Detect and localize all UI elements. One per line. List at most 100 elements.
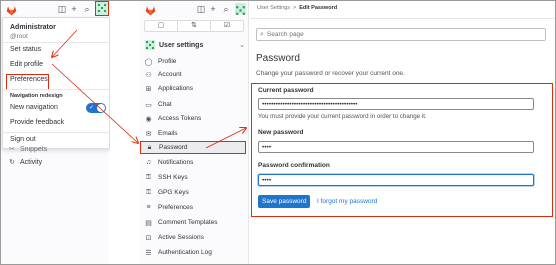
sidebar-item-activity[interactable]: ↻ Activity xyxy=(8,158,43,167)
lock-icon: 🔒︎ xyxy=(147,143,152,151)
avatar xyxy=(145,40,155,50)
new-password-label: New password xyxy=(258,129,304,136)
sidebar-topbar: ◫ + ⌕ xyxy=(139,1,249,17)
sidebar-tabs: ▢ ⇅ ☑ xyxy=(144,20,244,32)
preferences-item[interactable]: Preferences xyxy=(10,76,48,83)
user-menu-dropdown: Administrator @root Set status Edit prof… xyxy=(2,17,110,149)
provide-feedback-item[interactable]: Provide feedback xyxy=(10,119,64,126)
sidebar-item-password[interactable]: 🔒︎ Password xyxy=(140,141,246,154)
preferences-icon: ≡ xyxy=(146,204,151,211)
avatar[interactable] xyxy=(235,3,246,15)
tab-issues[interactable]: ▢ xyxy=(145,21,178,31)
plus-icon[interactable]: + xyxy=(69,4,79,14)
sidebar-item-label: Applications xyxy=(158,85,194,92)
plus-icon[interactable]: + xyxy=(208,4,218,14)
snippet-icon: ✂ xyxy=(9,146,15,153)
applications-icon: ⊞ xyxy=(145,85,152,93)
sidebar-item-gpg-keys[interactable]: ⚿ GPG Keys xyxy=(144,186,246,199)
sidebar-item-label: Emails xyxy=(158,130,178,137)
user-name: Administrator xyxy=(10,24,56,31)
forgot-password-link[interactable]: I forgot my password xyxy=(317,198,377,205)
breadcrumb-current: Edit Password xyxy=(299,5,338,11)
left-topbar: ◫ + ⌕ xyxy=(1,1,109,17)
password-confirmation-field[interactable] xyxy=(258,174,534,186)
chat-icon: ▭ xyxy=(145,101,152,109)
sessions-icon: ⊡ xyxy=(145,234,152,242)
search-icon: ⌕ xyxy=(260,30,264,38)
search-icon[interactable]: ⌕ xyxy=(221,4,231,14)
token-icon: ◉ xyxy=(145,115,152,123)
edit-profile-item[interactable]: Edit profile xyxy=(10,61,43,68)
sidebar-item-comment-templates[interactable]: ▤ Comment Templates xyxy=(144,216,246,229)
sidebar-item-label: Chat xyxy=(158,101,172,108)
divider xyxy=(3,132,109,133)
divider xyxy=(3,89,109,90)
sidebar-item-access-tokens[interactable]: ◉ Access Tokens xyxy=(144,112,246,125)
password-confirmation-label: Password confirmation xyxy=(258,162,330,169)
merge-request-icon: ⇅ xyxy=(191,22,197,29)
main-content: User Settings > Edit Password ⌕ Password… xyxy=(250,1,555,264)
sidebar-item-label: Authentication Log xyxy=(158,249,212,256)
sign-out-item[interactable]: Sign out xyxy=(10,136,36,143)
check-icon: ✓ xyxy=(89,105,95,111)
gitlab-logo-icon[interactable] xyxy=(145,3,156,21)
password-form: Current password You must provide your c… xyxy=(251,83,553,217)
bell-icon: ♫ xyxy=(145,159,152,166)
sidebar-item-label: Active Sessions xyxy=(158,234,204,241)
sidebar-item-notifications[interactable]: ♫ Notifications xyxy=(144,156,246,169)
user-handle: @root xyxy=(10,33,28,40)
sidebar-item-emails[interactable]: ✉ Emails xyxy=(144,127,246,140)
sidebar-item-label: Notifications xyxy=(158,159,194,166)
current-password-label: Current password xyxy=(258,87,314,94)
todo-icon: ☑ xyxy=(223,22,231,29)
sidebar-item-applications[interactable]: ⊞ Applications xyxy=(144,82,246,95)
sidebar-context-header[interactable]: User settings ⌄ xyxy=(145,39,245,51)
sidebar-item-preferences[interactable]: ≡ Preferences xyxy=(144,201,246,214)
toggle-knob xyxy=(97,104,105,112)
sidebar-item-chat[interactable]: ▭ Chat xyxy=(144,98,246,111)
page-title: Password xyxy=(256,53,300,64)
sidebar-toggle-icon[interactable]: ◫ xyxy=(57,4,67,14)
sidebar-item-snippets[interactable]: ✂ Snippets xyxy=(8,145,48,154)
avatar[interactable] xyxy=(95,1,109,16)
breadcrumb-separator: > xyxy=(293,5,297,11)
tab-todos[interactable]: ☑ xyxy=(211,21,243,31)
nav-redesign-heading: Navigation redesign xyxy=(10,93,63,99)
mail-icon: ✉ xyxy=(145,130,152,138)
set-status-item[interactable]: Set status xyxy=(10,46,41,53)
divider xyxy=(3,42,109,43)
sidebar-item-profile[interactable]: ◯ Profile xyxy=(144,55,246,68)
current-password-field[interactable] xyxy=(258,98,534,110)
sidebar-item-label: Activity xyxy=(20,158,43,166)
new-navigation-toggle[interactable]: ✓ xyxy=(86,103,106,113)
save-password-button[interactable]: Save password xyxy=(258,195,311,208)
sidebar-item-label: Access Tokens xyxy=(158,115,202,122)
sidebar-item-label: Account xyxy=(158,71,182,78)
sidebar-toggle-icon[interactable]: ◫ xyxy=(196,4,206,14)
comment-icon: ▤ xyxy=(145,219,152,227)
divider xyxy=(250,18,555,19)
search-input[interactable] xyxy=(266,31,537,38)
account-icon: ⚇ xyxy=(145,71,152,79)
profile-icon: ◯ xyxy=(144,58,153,66)
search-icon[interactable]: ⌕ xyxy=(82,4,92,14)
tab-merge-requests[interactable]: ⇅ xyxy=(178,21,211,31)
sidebar-item-authentication-log[interactable]: ☰ Authentication Log xyxy=(144,246,246,259)
sidebar-item-label: Preferences xyxy=(158,204,194,211)
sidebar-item-label: Snippets xyxy=(20,145,48,153)
sidebar-header-label: User settings xyxy=(159,41,204,49)
sidebar-item-ssh-keys[interactable]: ⚿ SSH Keys xyxy=(144,171,246,184)
page-description: Change your password or recover your cur… xyxy=(256,70,405,77)
new-navigation-label: New navigation xyxy=(10,104,58,111)
sidebar-item-label: Profile xyxy=(158,58,177,65)
new-password-field[interactable] xyxy=(258,141,534,153)
breadcrumb-parent[interactable]: User Settings xyxy=(257,5,290,11)
key-icon: ⚿ xyxy=(145,188,152,196)
log-icon: ☰ xyxy=(145,249,152,257)
key-icon: ⚿ xyxy=(145,173,152,181)
sidebar-item-label: SSH Keys xyxy=(158,174,188,181)
sidebar-item-account[interactable]: ⚇ Account xyxy=(144,68,246,81)
current-password-help: You must provide your current password i… xyxy=(258,113,427,120)
sidebar-item-active-sessions[interactable]: ⊡ Active Sessions xyxy=(144,231,246,244)
issues-icon: ▢ xyxy=(157,22,165,29)
